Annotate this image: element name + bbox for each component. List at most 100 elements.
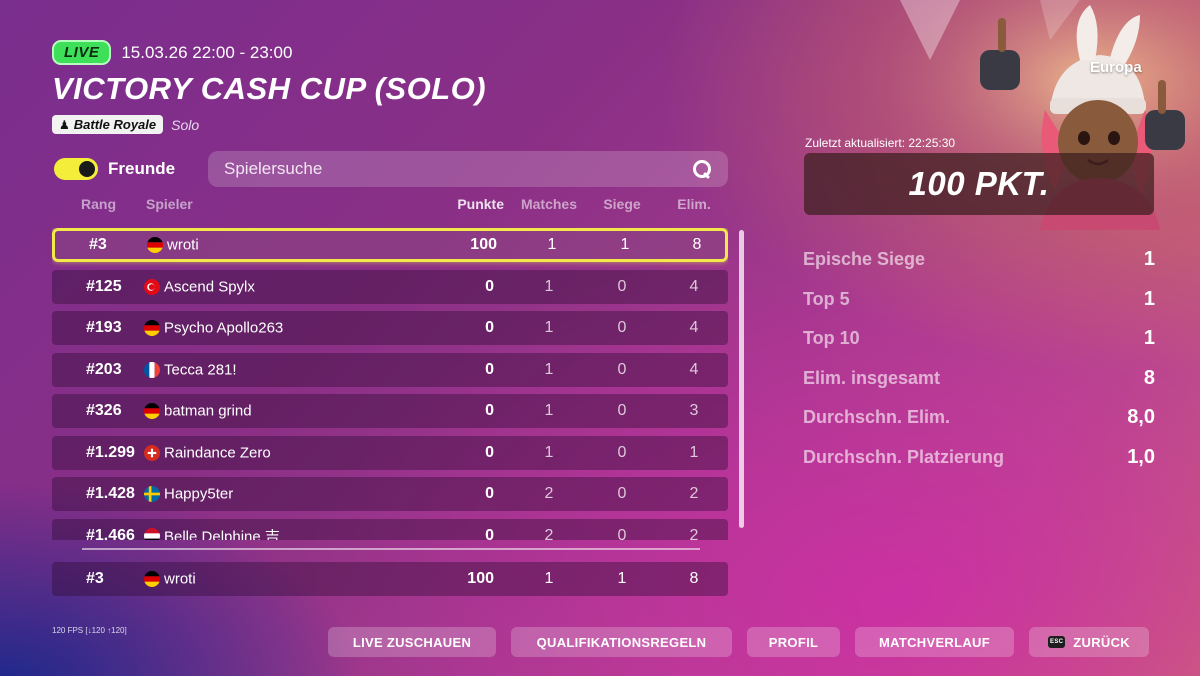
stat-value: 1,0: [1127, 445, 1155, 468]
row-player-name: Tecca 281!: [164, 361, 237, 378]
region-label: Europa: [1090, 59, 1142, 76]
stat-row: Top 5 1: [803, 280, 1155, 320]
row-elims: 1: [689, 443, 699, 461]
row-points: 0: [485, 485, 494, 502]
leaderboard-row[interactable]: #203 Tecca 281! 0 1 0 4: [52, 352, 728, 387]
row-player-name: wroti: [167, 236, 199, 254]
row-matches: 1: [544, 570, 554, 587]
column-header-matches: Matches: [520, 196, 578, 212]
row-rank: #1.428: [86, 485, 135, 502]
fps-counter: 120 FPS [↓120 ↑120]: [52, 626, 127, 635]
friends-toggle-label: Freunde: [108, 159, 176, 178]
friends-toggle[interactable]: Freunde: [54, 158, 175, 180]
row-rank: #203: [86, 360, 122, 378]
leaderboard-row-selected[interactable]: #3 wroti 100 1 1 8: [52, 228, 728, 262]
row-wins: 0: [617, 319, 627, 336]
row-points: 0: [485, 402, 494, 419]
row-matches: 1: [544, 360, 554, 378]
row-wins: 0: [617, 485, 627, 502]
event-header: LIVE 15.03.26 22:00 - 23:00 VICTORY CASH…: [52, 40, 486, 134]
leaderboard-row[interactable]: #326 batman grind 0 1 0 3: [52, 394, 728, 428]
row-elims: 2: [689, 526, 699, 541]
row-rank: #3: [89, 236, 107, 253]
live-badge: LIVE: [52, 40, 112, 65]
event-date-range: 15.03.26 22:00 - 23:00: [121, 42, 293, 62]
row-points: 0: [485, 526, 494, 541]
row-wins: 1: [617, 570, 627, 587]
row-wins: 0: [617, 402, 627, 419]
match-history-button[interactable]: MATCHVERLAUF: [855, 627, 1014, 657]
stat-row: Durchschn. Elim. 8,0: [803, 398, 1155, 438]
leaderboard-row[interactable]: #1.428 Happy5ter 0 2 0 2: [52, 477, 728, 511]
stat-value: 8,0: [1127, 406, 1155, 429]
stat-row: Durchschn. Platzierung 1,0: [803, 438, 1155, 478]
row-wins: 0: [617, 526, 627, 541]
row-points: 0: [485, 319, 494, 336]
column-header-elims: Elim.: [677, 196, 711, 212]
search-icon[interactable]: [692, 159, 712, 179]
leaderboard-list[interactable]: #3 wroti 100 1 1 8 #125 Ascend Spylx 0 1 0 4 #193 Psy…: [52, 228, 728, 540]
row-player-name: batman grind: [164, 402, 252, 420]
profile-button[interactable]: PROFIL: [747, 627, 840, 657]
player-stats-list: Epische Siege 1 Top 5 1 Top 10 1 Elim. insgesa…: [803, 240, 1155, 477]
search-placeholder: Spielersuche: [224, 159, 323, 178]
row-rank: #1.299: [86, 443, 135, 461]
row-rank: #1.466: [86, 526, 135, 541]
last-updated-text: Zuletzt aktualisiert: 22:25:30: [805, 136, 956, 150]
row-points: 0: [485, 443, 494, 461]
row-elims: 8: [689, 570, 699, 587]
own-player-row[interactable]: #3 wroti 100 1 1 8: [52, 562, 728, 596]
mode-chip: ♟ Battle Royale: [52, 115, 164, 134]
stat-row: Epische Siege 1: [803, 240, 1155, 280]
toggle-knob: [79, 161, 95, 177]
mode-chip-label: Battle Royale: [73, 117, 157, 132]
row-elims: 4: [689, 360, 699, 378]
leaderboard-row[interactable]: #125 Ascend Spylx 0 1 0 4: [52, 269, 728, 304]
leaderboard-scrollbar[interactable]: [739, 230, 744, 528]
row-elims: 2: [689, 485, 699, 502]
stat-label: Top 10: [803, 328, 860, 349]
row-elims: 4: [689, 319, 699, 336]
row-player-name: Psycho Apollo263: [164, 319, 284, 337]
row-rank: #326: [86, 402, 122, 419]
battle-royale-icon: ♟: [59, 117, 70, 132]
flag-ch-icon: [144, 444, 160, 461]
row-matches: 1: [544, 402, 554, 419]
stat-value: 1: [1143, 287, 1155, 310]
stat-row: Top 10 1: [803, 319, 1155, 359]
row-player-name: Happy5ter: [164, 485, 234, 503]
total-points: 100 PKT.: [908, 165, 1050, 202]
row-wins: 0: [617, 277, 627, 295]
back-button[interactable]: ESC ZURÜCK: [1029, 627, 1149, 657]
leaderboard-row[interactable]: #1.299 Raindance Zero 0 1 0 1: [52, 435, 728, 470]
row-matches: 1: [544, 319, 554, 336]
flag-tr-icon: [144, 278, 160, 295]
toggle-switch[interactable]: [54, 158, 98, 180]
stat-row: Elim. insgesamt 8: [803, 359, 1155, 399]
player-search-input[interactable]: Spielersuche: [208, 151, 728, 187]
qualification-rules-button[interactable]: QUALIFIKATIONSREGELN: [511, 627, 732, 657]
flag-de-icon: [147, 237, 163, 253]
row-rank: #3: [86, 570, 104, 587]
flag-fr-icon: [144, 361, 160, 378]
flag-de-icon: [144, 320, 160, 336]
leaderboard-row[interactable]: #193 Psycho Apollo263 0 1 0 4: [52, 311, 728, 345]
stat-label: Top 5: [803, 288, 850, 309]
leaderboard-column-headers: Rang Spieler Punkte Matches Siege Elim.: [52, 196, 728, 216]
leaderboard-row[interactable]: #1.466 Belle Delphine 吉 0 2 0 2: [52, 518, 728, 541]
row-points: 0: [485, 360, 494, 378]
row-wins: 0: [617, 443, 627, 461]
row-player-name: Raindance Zero: [164, 444, 271, 461]
stat-label: Durchschn. Platzierung: [803, 446, 1005, 467]
row-points: 100: [470, 236, 497, 253]
esc-key-icon: ESC: [1048, 636, 1066, 648]
row-player-name: Belle Delphine 吉: [164, 528, 280, 540]
watch-live-button[interactable]: LIVE ZUSCHAUEN: [328, 627, 496, 657]
stat-label: Durchschn. Elim.: [803, 407, 951, 428]
column-header-wins: Siege: [603, 196, 641, 212]
row-points: 0: [485, 277, 494, 295]
row-matches: 1: [547, 236, 557, 253]
row-wins: 0: [617, 360, 627, 378]
row-elims: 4: [689, 277, 699, 295]
row-elims: 8: [692, 236, 702, 253]
